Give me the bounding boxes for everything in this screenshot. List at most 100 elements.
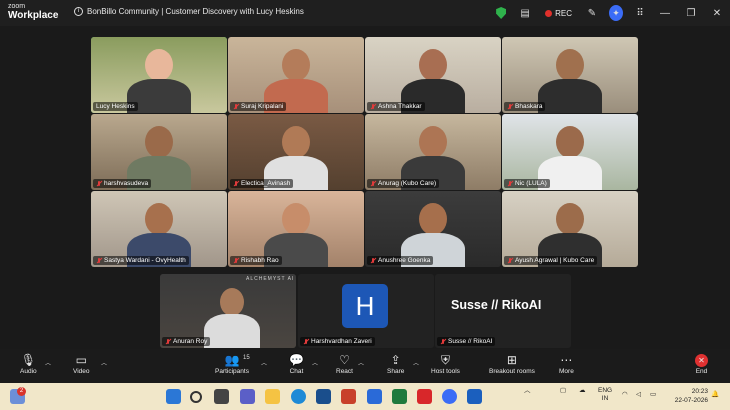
ai-companion-icon[interactable]: ✦ [609,5,623,21]
excel-icon[interactable] [392,389,407,404]
logo-line2: Workplace [8,10,59,21]
video-tile[interactable]: Bhaskara [502,37,638,113]
video-tile-susse[interactable]: Susse // RikoAI Susse // RikoAI [435,274,571,348]
participant-head [145,126,173,158]
video-tile[interactable]: Nic (LULA) [502,114,638,190]
muted-mic-icon [507,180,513,187]
notification-bell-icon[interactable]: 🔔 [711,391,719,399]
participant-head [282,203,310,235]
video-tile-anuran[interactable]: ALCHEMYST AI Anuran Roy [160,274,296,348]
notification-badge: 2 [17,387,26,396]
participant-head [556,203,584,235]
chat-icon: 💬 [289,353,304,367]
participant-name-tag: Anurag (Kubo Care) [367,179,440,188]
video-tile[interactable]: Anurag (Kubo Care) [365,114,501,190]
info-icon[interactable]: i [74,7,83,16]
dropbox-icon[interactable] [367,389,382,404]
meeting-title-text: BonBillo Community | Customer Discovery … [87,7,304,16]
audio-options-chevron-icon[interactable]: ︿ [45,358,51,367]
zoom-logo: zoom Workplace [8,3,58,21]
teams-tray-icon[interactable]: ▢ [560,387,566,395]
video-tile[interactable]: Sastya Wardani - OvyHealth [91,191,227,267]
wifi-icon[interactable]: ◠ [622,391,628,399]
video-tile[interactable]: Electica_Avinash [228,114,364,190]
meeting-title[interactable]: i BonBillo Community | Customer Discover… [74,7,304,16]
more-button[interactable]: ⋯ More [559,353,574,375]
video-tile[interactable]: Ashna Thakkar [365,37,501,113]
language-indicator[interactable]: ENG IN [598,387,612,403]
outlook-icon[interactable] [467,389,482,404]
video-tile[interactable]: Rishabh Rao [228,191,364,267]
react-button[interactable]: ♡ React [336,353,353,375]
video-options-chevron-icon[interactable]: ︿ [101,358,107,367]
participant-name: Ashna Thakkar [378,103,422,110]
video-button[interactable]: ▭ Video [73,353,90,375]
task-view-icon[interactable] [214,389,229,404]
zoom-taskbar-icon[interactable] [442,389,457,404]
muted-mic-icon [96,257,102,264]
pen-icon[interactable]: ✎ [585,6,599,20]
speaker-icon[interactable]: ◁ [636,391,641,399]
recording-indicator[interactable]: REC [545,9,572,18]
minimize-icon[interactable]: — [652,8,678,19]
participant-head [145,203,173,235]
breakout-rooms-icon: ⊞ [506,353,517,367]
edge-icon[interactable] [291,389,306,404]
video-tile[interactable]: harshvasudeva [91,114,227,190]
participant-head [282,126,310,158]
participant-name: Sastya Wardani - OvyHealth [104,257,186,264]
participant-name-tag: Rishabh Rao [230,256,282,265]
participant-name-tag: Anushree Goenka [367,256,434,265]
start-menu-icon[interactable] [166,389,181,404]
notes-icon[interactable]: ▤ [518,6,532,20]
audio-button[interactable]: 🎙 Audio [20,353,37,375]
tray-overflow-chevron-icon[interactable]: ︿ [524,387,531,395]
muted-mic-icon [303,338,309,345]
battery-icon[interactable]: ▭ [650,391,656,399]
video-tile[interactable]: Ayush Agrawal | Kubo Care [502,191,638,267]
encryption-shield-icon[interactable] [494,6,508,20]
apps-grid-icon[interactable]: ⠿ [633,6,647,20]
system-clock[interactable]: 20:23 22-07-2026 [675,387,708,405]
host-tools-button[interactable]: ⛨ Host tools [431,353,460,375]
participants-count: 15 [243,355,250,361]
participant-name: Nic (LULA) [515,180,547,187]
muted-mic-icon [96,180,102,187]
participant-name-tag: Bhaskara [504,102,546,111]
mcafee-icon[interactable] [341,389,356,404]
participant-name-tag: Harshvardhan Zaveri [300,337,375,346]
video-tile-harshvardhan[interactable]: H Harshvardhan Zaveri [298,274,434,348]
store-icon[interactable] [316,389,331,404]
cloud-tray-icon[interactable]: ☁ [579,387,586,395]
video-tile[interactable]: Suraj Kripalani [228,37,364,113]
video-gallery: Lucy Heskins Suraj Kripalani Ashna Thakkar… [91,37,639,269]
search-icon[interactable] [190,391,202,403]
end-meeting-button[interactable]: ✕ End [695,353,708,375]
title-bar-controls: ▤ REC ✎ ✦ ⠿ — ❐ ✕ [489,0,730,26]
participant-name: Electica_Avinash [241,180,291,187]
share-button[interactable]: ⇪ Share [387,353,404,375]
video-tile[interactable]: Lucy Heskins [91,37,227,113]
breakout-rooms-button[interactable]: ⊞ Breakout rooms [489,353,535,375]
participant-name: Lucy Heskins [96,103,135,110]
video-tile[interactable]: Anushree Goenka [365,191,501,267]
participant-name: harshvasudeva [104,180,149,187]
chat-button[interactable]: 💬 Chat [289,353,304,375]
teams-icon[interactable] [240,389,255,404]
participant-name-tag: Ayush Agrawal | Kubo Care [504,256,598,265]
participant-name-tag: Ashna Thakkar [367,102,425,111]
file-explorer-icon[interactable] [265,389,280,404]
participant-head [419,126,447,158]
participants-options-chevron-icon[interactable]: ︿ [261,358,267,367]
share-options-chevron-icon[interactable]: ︿ [413,358,419,367]
close-icon[interactable]: ✕ [704,8,730,19]
rec-label: REC [555,8,572,18]
muted-mic-icon [165,338,171,345]
restore-icon[interactable]: ❐ [678,8,704,19]
participant-head [419,49,447,81]
pdf-reader-icon[interactable] [417,389,432,404]
participant-name-tag: Sastya Wardani - OvyHealth [93,256,189,265]
react-options-chevron-icon[interactable]: ︿ [358,358,364,367]
participant-name: Suraj Kripalani [241,103,284,110]
chat-options-chevron-icon[interactable]: ︿ [312,358,318,367]
